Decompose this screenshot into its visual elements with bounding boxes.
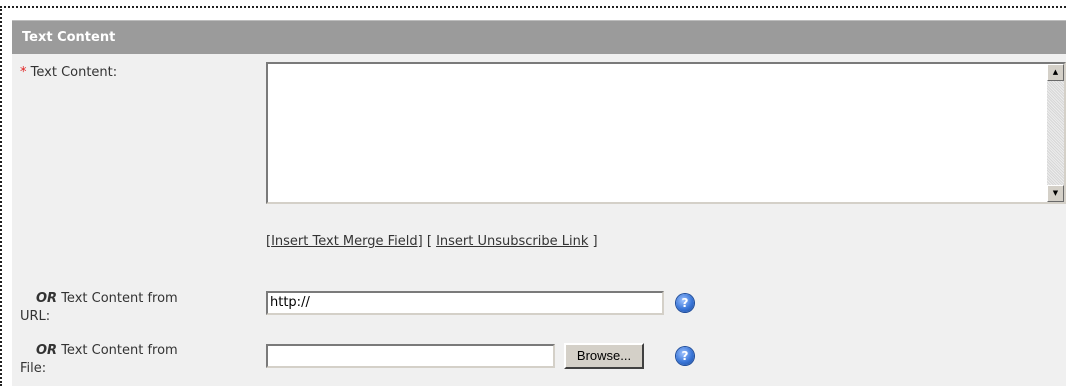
url-field-label: OR Text Content from URL:: [20, 290, 240, 326]
url-label-line1: Text Content from: [61, 291, 178, 306]
text-content-label: Text Content:: [30, 65, 118, 80]
file-field-label: OR Text Content from File:: [20, 342, 240, 378]
url-label-line2: URL:: [20, 309, 51, 324]
scroll-down-icon[interactable]: ▼: [1047, 185, 1064, 202]
scroll-up-icon[interactable]: ▲: [1047, 64, 1064, 81]
browse-button[interactable]: Browse...: [564, 343, 644, 369]
text-content-panel: Text Content * Text Content: ▲ ▼ [Insert…: [12, 20, 1066, 386]
text-content-label-row: * Text Content:: [20, 64, 117, 82]
bracket-close: ]: [592, 234, 598, 249]
required-marker: *: [20, 65, 27, 80]
insert-links-row: [Insert Text Merge Field] [ Insert Unsub…: [266, 234, 598, 249]
insert-unsubscribe-link[interactable]: Insert Unsubscribe Link: [436, 234, 588, 249]
help-icon[interactable]: ?: [676, 294, 694, 312]
text-content-textarea[interactable]: ▲ ▼: [266, 62, 1066, 204]
dashed-border-left: [0, 6, 2, 386]
dashed-border-top: [0, 6, 1066, 8]
url-input[interactable]: http://: [266, 291, 664, 315]
file-label-line1: Text Content from: [61, 343, 178, 358]
url-or-label: OR: [36, 291, 58, 306]
textarea-scrollbar[interactable]: ▲ ▼: [1047, 64, 1064, 202]
file-input[interactable]: [266, 344, 555, 368]
file-label-line2: File:: [20, 361, 47, 376]
bracket-middle: ] [: [417, 234, 432, 249]
section-header: Text Content: [12, 20, 1066, 54]
help-icon[interactable]: ?: [676, 347, 694, 365]
file-or-label: OR: [36, 343, 58, 358]
insert-text-merge-field-link[interactable]: Insert Text Merge Field: [271, 234, 418, 249]
